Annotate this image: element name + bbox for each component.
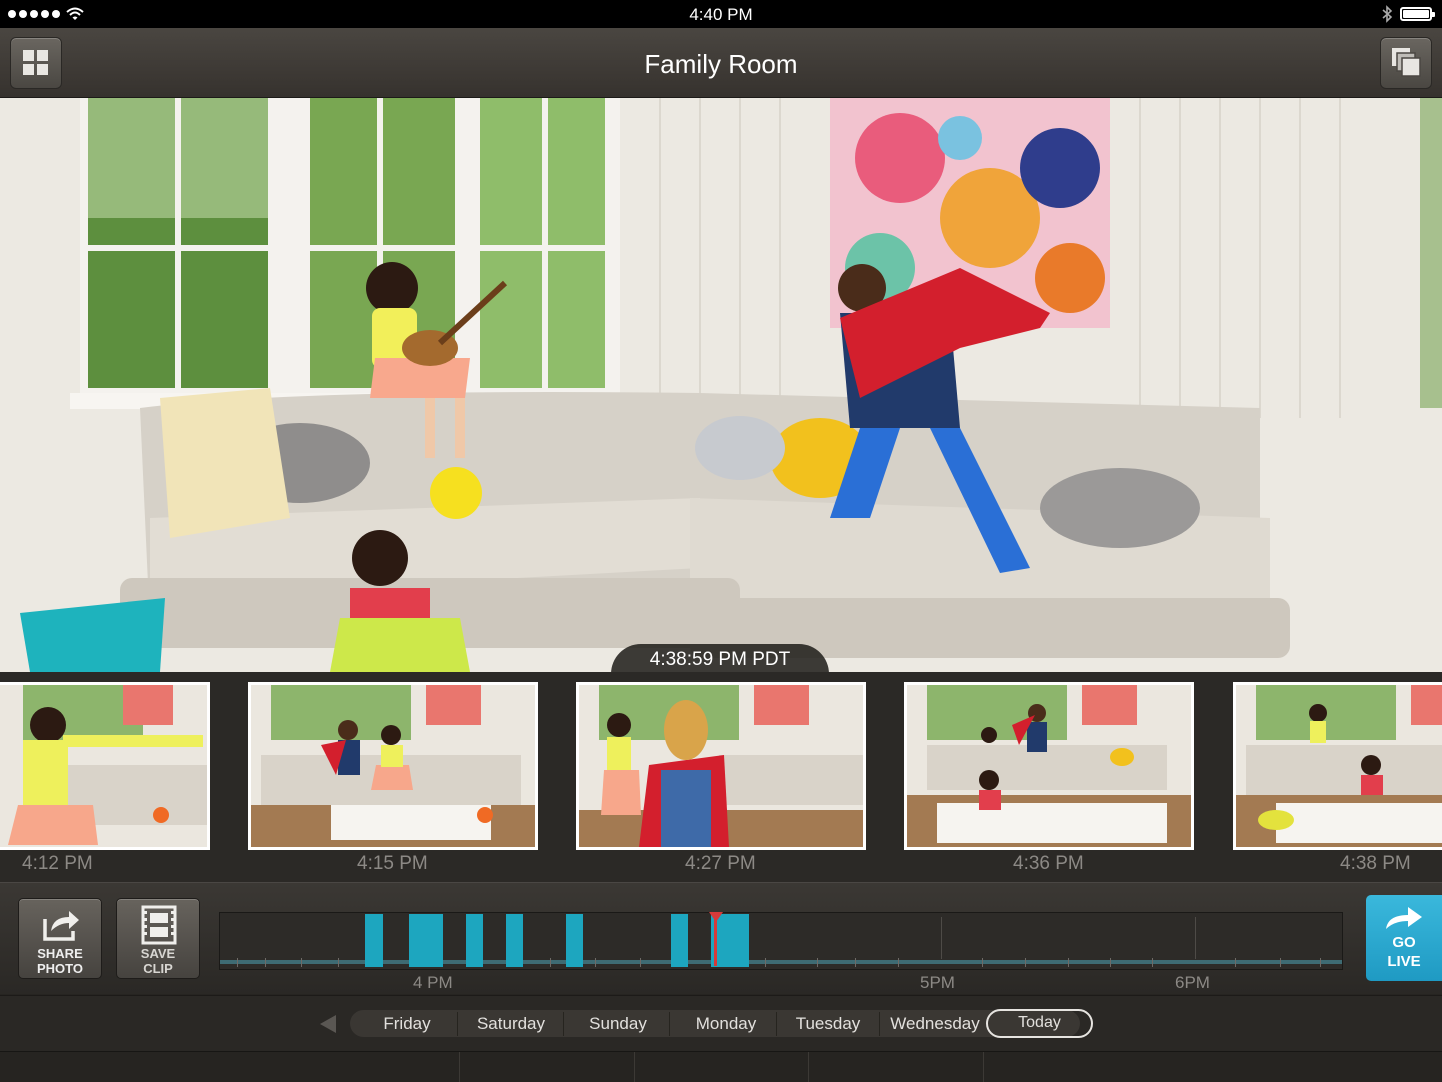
thumbnail-time: 4:12 PM: [22, 853, 93, 874]
timeline-tick: [1320, 958, 1321, 967]
day-item-wednesday[interactable]: Wednesday: [882, 1014, 988, 1034]
family-room-scene: [0, 98, 1442, 672]
timeline-hour-label: 5PM: [920, 973, 955, 992]
go-live-button[interactable]: GO LIVE: [1366, 895, 1442, 981]
timeline-hour-label: 6PM: [1175, 973, 1210, 992]
timeline-tick: [301, 958, 302, 967]
day-item-monday[interactable]: Monday: [674, 1014, 778, 1034]
share-photo-button[interactable]: SHARE PHOTO: [18, 898, 102, 979]
timeline-tick: [1025, 958, 1026, 967]
go-live-line1: GO: [1392, 934, 1416, 951]
event-thumbnail[interactable]: [248, 682, 538, 850]
bottom-toolbar: [0, 1051, 1442, 1082]
day-item-tuesday[interactable]: Tuesday: [780, 1014, 876, 1034]
bluetooth-icon: [1382, 5, 1393, 23]
status-bar: 4:40 PM: [0, 0, 1442, 28]
save-clip-label: SAVE CLIP: [117, 946, 199, 976]
motion-event-marker[interactable]: [506, 914, 523, 967]
event-thumbnail-strip: 4:12 PM 4:15 PM 4:27 PM 4:36 PM 4:38 PM: [0, 672, 1442, 882]
go-live-line2: LIVE: [1387, 953, 1421, 970]
stacked-windows-icon: [1392, 48, 1421, 77]
toolbar-divider: [634, 1052, 635, 1082]
toolbar-divider: [459, 1052, 460, 1082]
event-snapshot: [1236, 685, 1442, 847]
event-thumbnail[interactable]: [576, 682, 866, 850]
timeline-tick: [898, 958, 899, 967]
thumbnail-time: 4:15 PM: [357, 853, 428, 874]
save-label-line2: CLIP: [143, 961, 173, 976]
event-snapshot: [0, 685, 207, 847]
day-divider: [669, 1012, 670, 1036]
playhead-handle-icon[interactable]: [709, 912, 723, 922]
timeline-hour-tick: [941, 917, 942, 959]
timeline-tick: [237, 958, 238, 967]
previous-day-arrow-icon[interactable]: [320, 1015, 336, 1033]
timeline-tick: [765, 958, 766, 967]
motion-event-marker[interactable]: [409, 914, 443, 967]
go-live-label: GO LIVE: [1366, 933, 1442, 971]
timeline-tick: [1110, 958, 1111, 967]
timeline-tick: [982, 958, 983, 967]
day-item-friday[interactable]: Friday: [360, 1014, 454, 1034]
thumbnail-time: 4:38 PM: [1340, 853, 1411, 874]
toolbar-divider: [983, 1052, 984, 1082]
timeline-tick: [595, 958, 596, 967]
event-thumbnail[interactable]: [904, 682, 1194, 850]
day-item-today[interactable]: Today: [986, 1014, 1093, 1032]
toolbar-divider: [808, 1052, 809, 1082]
event-thumbnail[interactable]: [0, 682, 210, 850]
timeline-panel: SHARE PHOTO SAVE CLIP 4 PM 5PM 6PM: [0, 882, 1442, 994]
day-divider: [563, 1012, 564, 1036]
timeline-tick: [1280, 958, 1281, 967]
share-photo-label: SHARE PHOTO: [19, 946, 101, 976]
timeline-tick: [550, 958, 551, 967]
timeline-tick: [640, 958, 641, 967]
timeline-tick: [1068, 958, 1069, 967]
motion-event-marker[interactable]: [365, 914, 383, 967]
motion-event-marker[interactable]: [566, 914, 583, 967]
event-snapshot: [907, 685, 1191, 847]
battery-icon: [1400, 7, 1435, 21]
camera-switch-button[interactable]: [1380, 37, 1432, 89]
day-divider: [879, 1012, 880, 1036]
thumbnail-time: 4:27 PM: [685, 853, 756, 874]
day-divider: [457, 1012, 458, 1036]
save-label-line1: SAVE: [140, 946, 176, 961]
timeline-tick: [855, 958, 856, 967]
timeline-tick: [817, 958, 818, 967]
timeline-tick: [1235, 958, 1236, 967]
timeline-tick: [265, 958, 266, 967]
day-item-sunday[interactable]: Sunday: [568, 1014, 668, 1034]
timeline-hour-label: 4 PM: [413, 973, 453, 992]
motion-event-marker[interactable]: [466, 914, 483, 967]
film-strip-icon: [141, 905, 177, 945]
status-time: 4:40 PM: [689, 5, 753, 24]
event-thumbnail[interactable]: [1233, 682, 1442, 850]
forward-arrow-icon: [1386, 907, 1422, 929]
camera-live-view[interactable]: [0, 98, 1442, 672]
timeline-hour-tick: [1195, 917, 1196, 959]
timeline-tick: [1152, 958, 1153, 967]
event-snapshot: [579, 685, 863, 847]
motion-event-marker[interactable]: [671, 914, 688, 967]
day-item-saturday[interactable]: Saturday: [462, 1014, 560, 1034]
event-timeline[interactable]: [219, 912, 1343, 970]
timeline-tick: [338, 958, 339, 967]
event-snapshot: [251, 685, 535, 847]
timeline-baseline: [220, 960, 1342, 964]
day-divider: [776, 1012, 777, 1036]
playback-timestamp: 4:38:59 PM PDT: [611, 644, 829, 674]
share-label-line2: PHOTO: [37, 961, 83, 976]
nav-bar: Family Room: [0, 28, 1442, 98]
thumbnail-time: 4:36 PM: [1013, 853, 1084, 874]
save-clip-button[interactable]: SAVE CLIP: [116, 898, 200, 979]
share-label-line1: SHARE: [37, 946, 83, 961]
share-icon: [43, 911, 79, 941]
page-title: Family Room: [644, 49, 798, 79]
